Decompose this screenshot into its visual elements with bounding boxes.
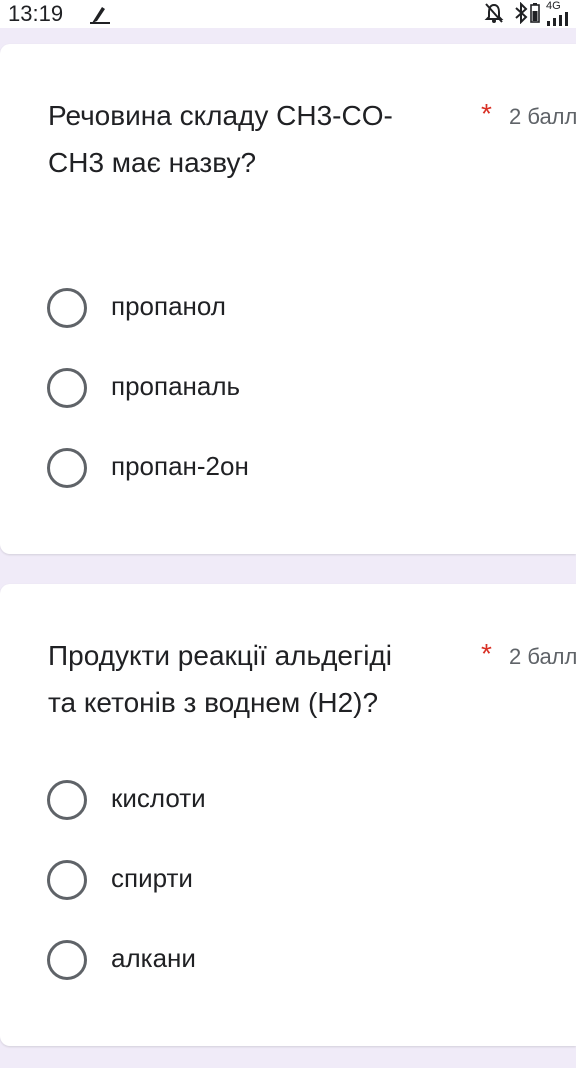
required-asterisk: * <box>481 638 492 669</box>
required-asterisk: * <box>481 98 492 129</box>
question-title-line: Продукти реакції альдегіді <box>48 640 392 671</box>
radio-button[interactable] <box>47 368 87 408</box>
question-title-line: CH3 має назву? <box>48 147 257 178</box>
question-card-1: Речовина складу CH3-CO- CH3 має назву? *… <box>0 44 576 554</box>
radio-button[interactable] <box>47 780 87 820</box>
radio-button[interactable] <box>47 448 87 488</box>
question-title: Продукти реакції альдегіді та кетонів з … <box>48 632 448 726</box>
question-title-line: Речовина складу CH3-CO- <box>48 100 393 131</box>
radio-button[interactable] <box>47 288 87 328</box>
points-label: 2 балл <box>509 104 576 129</box>
option-label: спирти <box>111 863 193 893</box>
battery-icon <box>530 3 540 23</box>
4g-signal-icon <box>547 12 568 26</box>
network-type: 4G <box>546 0 561 12</box>
option-label: пропан-2он <box>111 451 249 481</box>
question-card-2: Продукти реакції альдегіді та кетонів з … <box>0 584 576 1046</box>
option-radio[interactable]: пропаналь <box>47 368 547 408</box>
question-title-line: та кетонів з воднем (H2)? <box>48 687 379 718</box>
option-label: пропанол <box>111 291 226 321</box>
points-label: 2 балл <box>509 644 576 669</box>
option-radio[interactable]: спирти <box>47 860 547 900</box>
sweep-notification-icon <box>90 7 110 24</box>
option-radio[interactable]: пропанол <box>47 288 547 328</box>
question-title: Речовина складу CH3-CO- CH3 має назву? <box>48 92 448 186</box>
status-time: 13:19 <box>8 1 64 26</box>
option-radio[interactable]: пропан-2он <box>47 448 547 488</box>
radio-button[interactable] <box>47 940 87 980</box>
mute-bell-icon <box>484 3 504 23</box>
bluetooth-icon <box>515 2 528 24</box>
option-label: пропаналь <box>111 371 241 401</box>
option-radio[interactable]: кислоти <box>47 780 547 820</box>
option-label: алкани <box>111 943 196 973</box>
option-label: кислоти <box>111 783 206 813</box>
radio-button[interactable] <box>47 860 87 900</box>
status-bar: 13:19 4G <box>0 0 576 28</box>
option-radio[interactable]: алкани <box>47 940 547 980</box>
